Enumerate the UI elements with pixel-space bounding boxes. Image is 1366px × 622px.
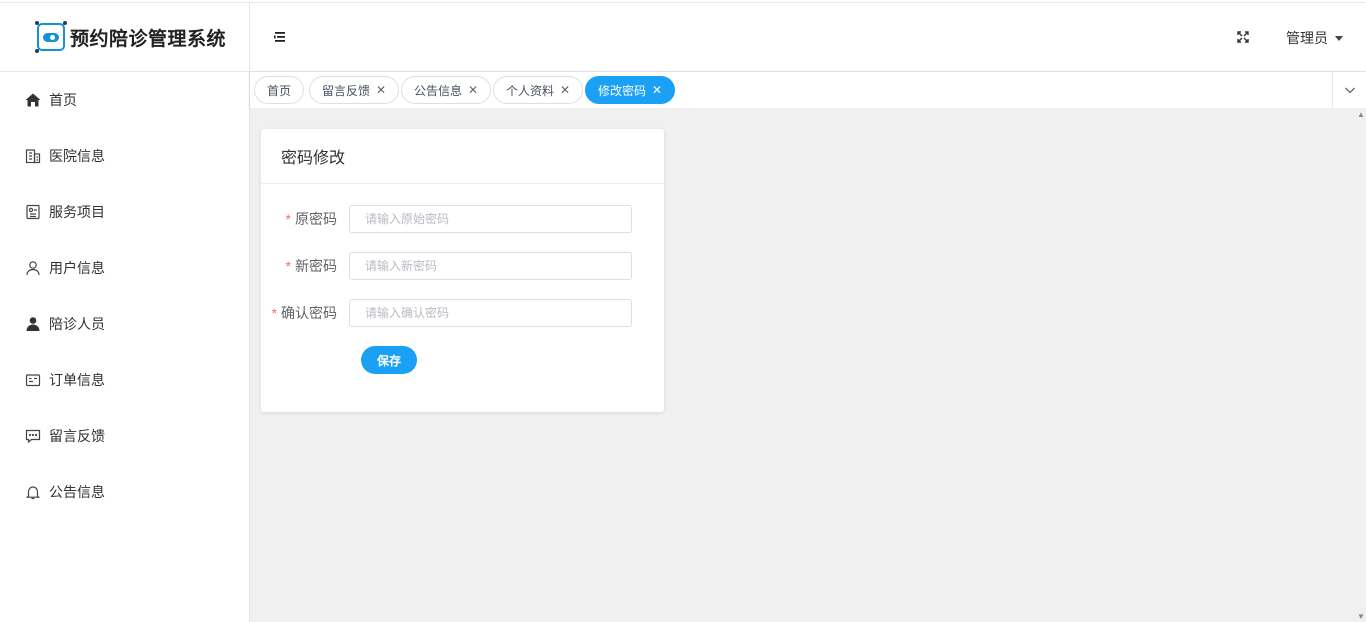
fullscreen-icon[interactable] (1236, 30, 1250, 44)
form-label: * 确认密码 (271, 305, 337, 321)
user-icon (24, 260, 41, 277)
sidebar-item-label: 首页 (49, 92, 77, 108)
sidebar-item-home[interactable]: 首页 (0, 72, 249, 128)
scroll-up-icon[interactable]: ▲ (1357, 110, 1365, 119)
close-icon[interactable]: ✕ (652, 83, 662, 97)
user-name: 管理员 (1286, 30, 1328, 46)
person-filled-icon (24, 316, 41, 333)
form-label: * 原密码 (285, 211, 337, 227)
sidebar-item-label: 订单信息 (49, 372, 105, 388)
logo-icon (35, 21, 67, 53)
required-mark: * (285, 211, 291, 227)
form-row-new-password: * 新密码 (261, 252, 664, 280)
logo: 预约陪诊管理系统 (0, 3, 249, 72)
tag-notices[interactable]: 公告信息 ✕ (401, 76, 492, 104)
sidebar-item-orders[interactable]: 订单信息 (0, 352, 249, 408)
order-icon (24, 372, 41, 389)
card-title: 密码修改 (261, 129, 664, 184)
sidebar: 预约陪诊管理系统 首页 医院信息 服务项目 用户信息 陪诊人员 订单信息 留言反… (0, 3, 250, 622)
tag-label: 修改密码 (598, 83, 647, 98)
required-mark: * (285, 258, 291, 274)
close-icon[interactable]: ✕ (468, 83, 478, 97)
sidebar-item-label: 公告信息 (49, 484, 105, 500)
sidebar-item-services[interactable]: 服务项目 (0, 184, 249, 240)
sidebar-item-escorts[interactable]: 陪诊人员 (0, 296, 249, 352)
app-title: 预约陪诊管理系统 (70, 28, 227, 50)
tag-home[interactable]: 首页 (254, 76, 305, 104)
service-icon (24, 204, 41, 221)
bell-icon (24, 484, 41, 501)
home-icon (24, 92, 41, 109)
sidebar-item-label: 医院信息 (49, 148, 105, 164)
tag-label: 公告信息 (414, 83, 463, 98)
top-header: 管理员 (250, 3, 1366, 72)
sidebar-item-label: 留言反馈 (49, 428, 105, 444)
tags-view: 首页 留言反馈 ✕ 公告信息 ✕ 个人资料 ✕ 修改密码 ✕ (250, 72, 1366, 108)
new-password-input[interactable] (349, 252, 632, 280)
sidebar-item-label: 服务项目 (49, 204, 105, 220)
form-label: * 新密码 (285, 258, 337, 274)
close-icon[interactable]: ✕ (560, 83, 570, 97)
sidebar-item-users[interactable]: 用户信息 (0, 240, 249, 296)
old-password-input[interactable] (349, 205, 632, 233)
required-mark: * (271, 305, 277, 321)
tag-label: 留言反馈 (322, 83, 371, 98)
message-icon (24, 428, 41, 445)
password-form-card: 密码修改 * 原密码 * 新密码 * 确认密码 保存 (261, 129, 664, 412)
tag-change-password[interactable]: 修改密码 ✕ (585, 76, 676, 104)
tag-label: 首页 (267, 83, 292, 98)
confirm-password-input[interactable] (349, 299, 632, 327)
form-row-old-password: * 原密码 (261, 205, 664, 233)
close-icon[interactable]: ✕ (376, 83, 386, 97)
menu-toggle-icon[interactable] (273, 30, 287, 44)
tag-profile[interactable]: 个人资料 ✕ (493, 76, 584, 104)
user-dropdown[interactable]: 管理员 (1286, 28, 1343, 48)
sidebar-item-feedback[interactable]: 留言反馈 (0, 408, 249, 464)
building-icon (24, 148, 41, 165)
save-button[interactable]: 保存 (361, 346, 417, 374)
sidebar-item-notices[interactable]: 公告信息 (0, 464, 249, 520)
tag-label: 个人资料 (506, 83, 555, 98)
sidebar-item-label: 用户信息 (49, 260, 105, 276)
caret-down-icon (1335, 35, 1343, 41)
scroll-down-icon[interactable]: ▼ (1357, 612, 1365, 621)
scrollbar[interactable] (1356, 108, 1366, 622)
tags-more-button[interactable] (1332, 72, 1366, 108)
form-row-confirm-password: * 确认密码 (261, 299, 664, 327)
sidebar-item-hospital[interactable]: 医院信息 (0, 128, 249, 184)
tag-feedback[interactable]: 留言反馈 ✕ (309, 76, 400, 104)
sidebar-menu: 首页 医院信息 服务项目 用户信息 陪诊人员 订单信息 留言反馈 公告信息 (0, 72, 249, 520)
chevron-down-icon (1344, 87, 1355, 94)
sidebar-item-label: 陪诊人员 (49, 316, 105, 332)
